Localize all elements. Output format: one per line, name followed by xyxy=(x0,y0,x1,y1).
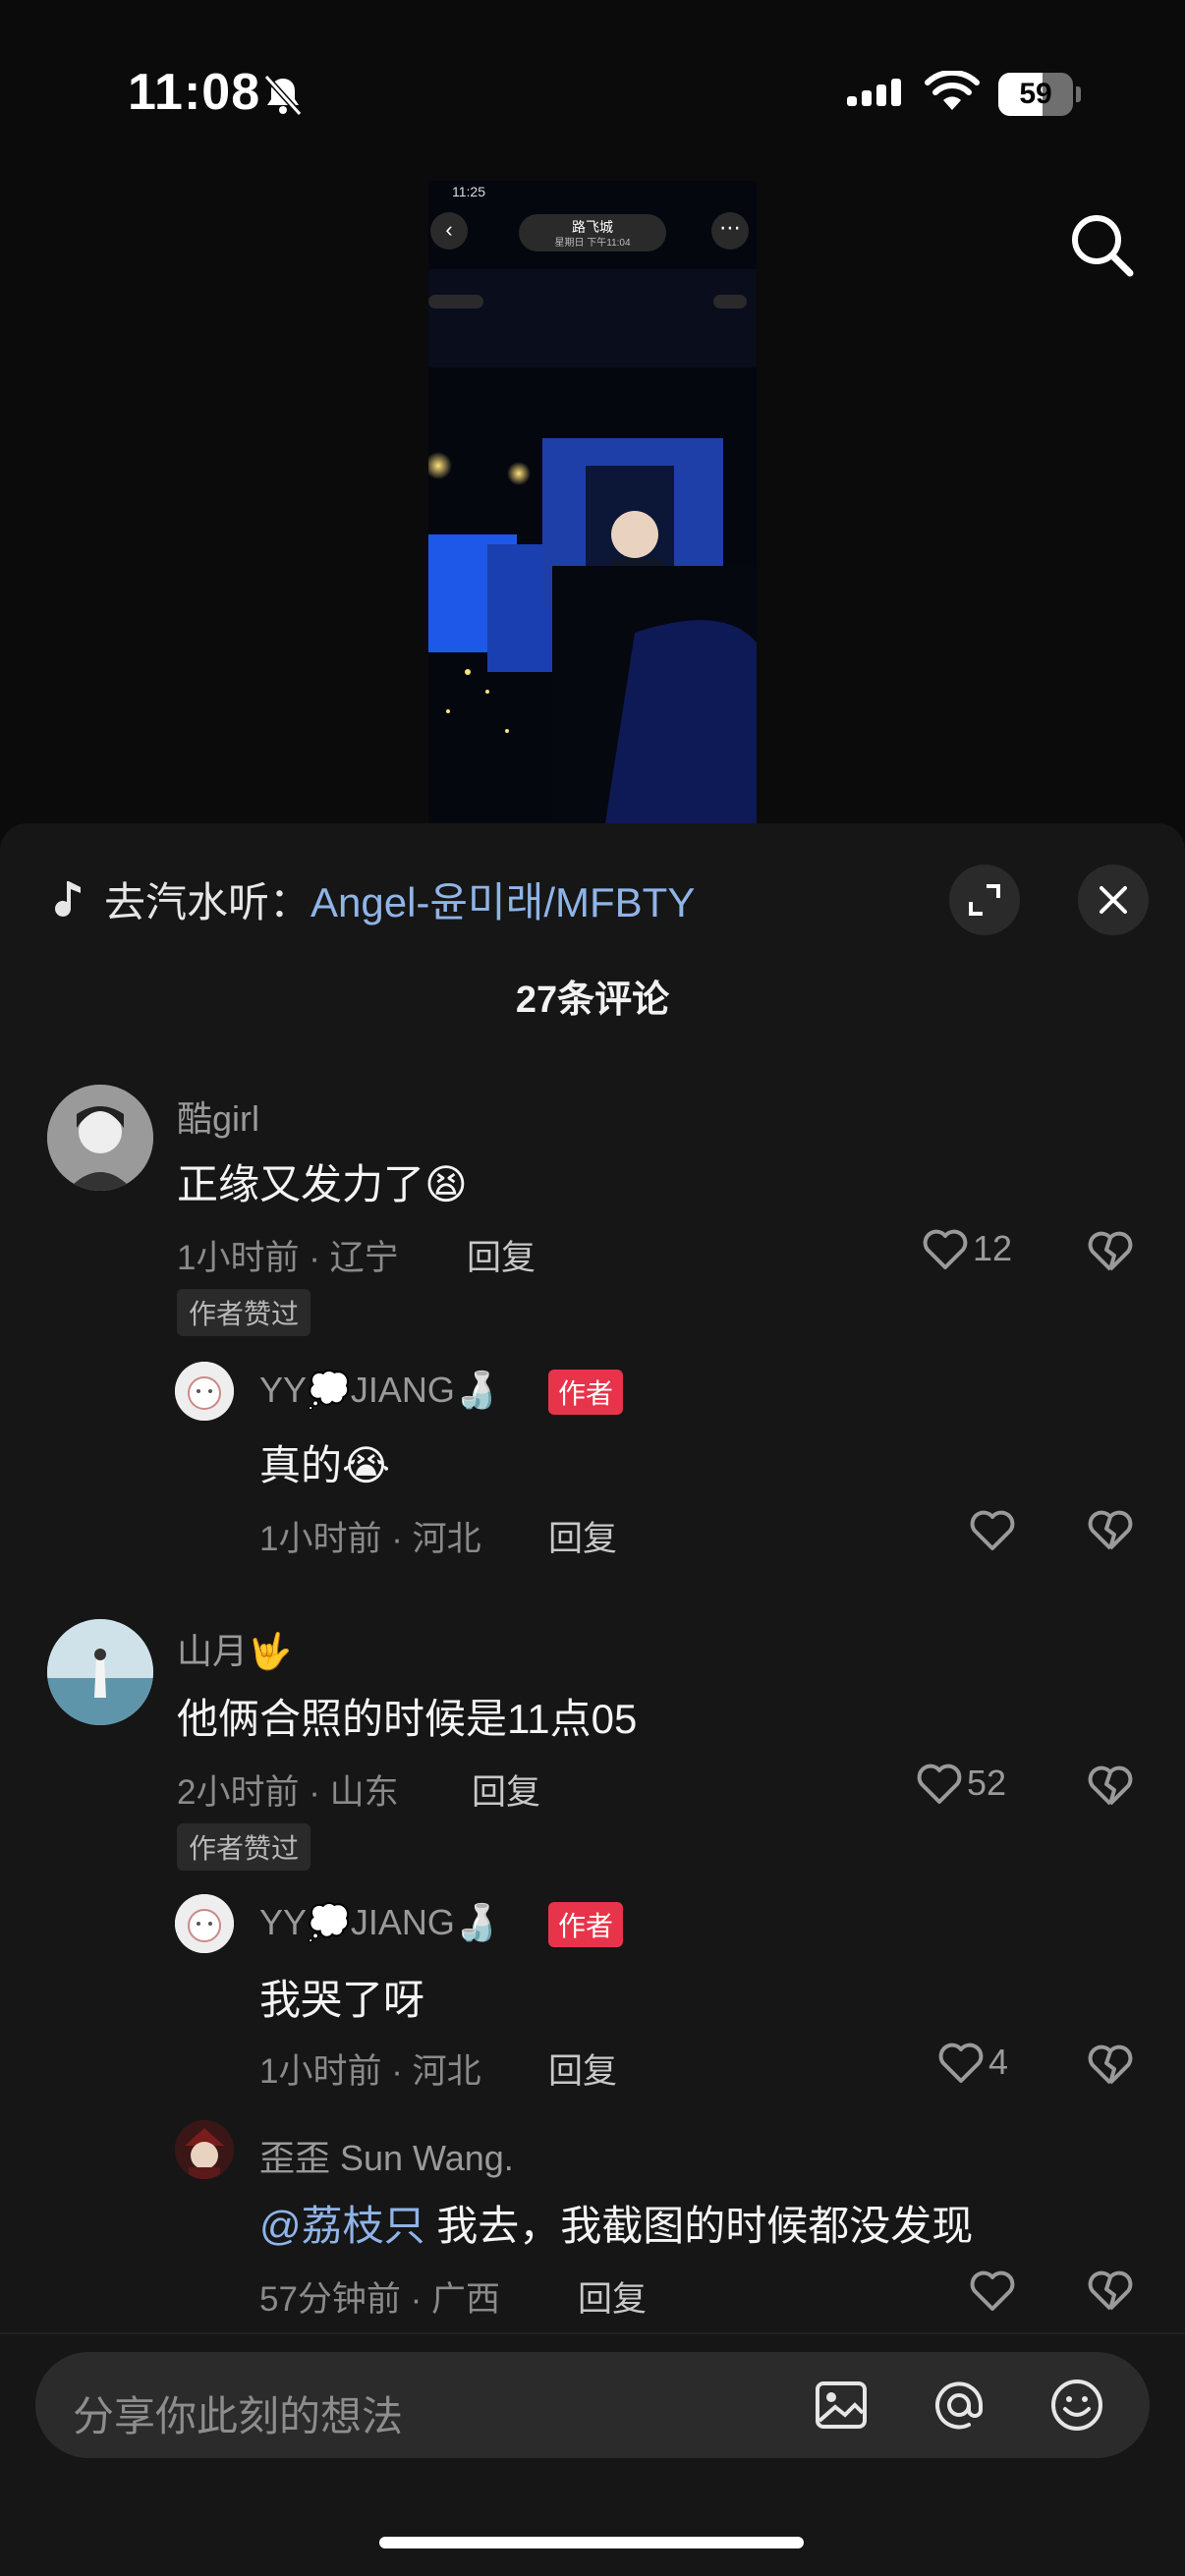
video-time: 11:25 xyxy=(452,184,485,199)
close-button[interactable] xyxy=(1078,865,1149,935)
status-time: 11:08 xyxy=(128,64,261,121)
avatar[interactable] xyxy=(175,1894,234,1953)
video-chat-title: 路飞城 星期日 下午11:04 xyxy=(519,214,666,252)
avatar[interactable] xyxy=(47,1085,153,1191)
wifi-icon xyxy=(925,71,980,110)
comment-text[interactable]: 他俩合照的时候是11点05 xyxy=(177,1686,637,1746)
heart-icon[interactable] xyxy=(969,1507,1016,1552)
close-icon xyxy=(1100,886,1127,914)
music-prefix: 去汽水听： xyxy=(104,878,311,925)
reply-text: 我去，我截图的时候都没发现 xyxy=(424,2203,974,2249)
video-more-button: ⋯ xyxy=(711,212,749,250)
like-count: 4 xyxy=(988,2042,1009,2082)
at-icon[interactable] xyxy=(930,2376,988,2435)
video-subtitle: 星期日 下午11:04 xyxy=(554,238,631,249)
avatar[interactable] xyxy=(175,1362,234,1421)
comment-input[interactable]: 分享你此刻的想法 xyxy=(35,2352,1150,2458)
like-count: 12 xyxy=(973,1228,1013,1268)
author-tag: 作者 xyxy=(548,1902,624,1947)
home-indicator[interactable] xyxy=(379,2537,804,2548)
video-status-bar: 11:25 xyxy=(428,181,757,200)
status-bar: 11:08 59 xyxy=(0,0,1185,196)
image-icon[interactable] xyxy=(812,2376,871,2435)
heart-broken-icon[interactable] xyxy=(1087,2042,1134,2087)
author-liked-badge: 作者赞过 xyxy=(177,1289,311,1336)
author-tag: 作者 xyxy=(548,1370,624,1415)
comment-username[interactable]: 酷girl xyxy=(177,1091,259,1142)
signal-icon xyxy=(847,79,901,106)
author-liked-badge: 作者赞过 xyxy=(177,1823,311,1871)
music-link[interactable]: 去汽水听： Angel-윤미래/MFBTY xyxy=(53,874,695,925)
like-button[interactable]: 4 xyxy=(937,2040,1008,2085)
music-song[interactable]: Angel-윤미래/MFBTY xyxy=(310,869,695,929)
heart-icon xyxy=(938,2043,984,2083)
comment-count: 27条评论 xyxy=(515,980,670,1021)
comment-meta: 2小时前 · 山东 xyxy=(177,1773,399,1812)
reply-username[interactable]: YY💭JIANG🍶 xyxy=(259,1370,499,1411)
heart-broken-icon[interactable] xyxy=(1087,1507,1134,1552)
battery-icon: 59 xyxy=(998,73,1081,116)
bell-slash-icon xyxy=(263,74,303,117)
reply-text-line[interactable]: @荔枝只 我去，我截图的时候都没发现 xyxy=(259,2193,973,2253)
heart-icon xyxy=(923,1229,968,1269)
reply-text[interactable]: 真的😭 xyxy=(259,1432,390,1492)
heart-icon[interactable] xyxy=(969,2268,1016,2313)
heart-broken-icon[interactable] xyxy=(1087,1763,1134,1808)
reply-button[interactable]: 回复 xyxy=(578,2271,647,2322)
like-count: 52 xyxy=(967,1763,1007,1803)
reply-meta: 57分钟前 · 广西 xyxy=(259,2280,501,2319)
reply-meta: 1小时前 · 河北 xyxy=(259,1520,481,1558)
like-button[interactable]: 52 xyxy=(916,1761,1006,1806)
reply-button[interactable]: 回复 xyxy=(548,1511,617,1561)
mention-link[interactable]: @荔枝只 xyxy=(259,2203,425,2249)
reply-meta: 1小时前 · 河北 xyxy=(259,2052,481,2091)
reply-username[interactable]: 歪歪 Sun Wang. xyxy=(259,2130,514,2181)
expand-button[interactable] xyxy=(949,865,1020,935)
comment-username[interactable]: 山月🤟 xyxy=(177,1623,292,1674)
comment-meta: 1小时前 · 辽宁 xyxy=(177,1239,399,1277)
video-preview[interactable]: 11:25 ‹ 路飞城 星期日 下午11:04 ⋯ xyxy=(428,181,757,823)
emoji-icon[interactable] xyxy=(1047,2376,1106,2435)
reply-text[interactable]: 我哭了呀 xyxy=(259,1967,424,2027)
music-note-icon xyxy=(55,881,81,917)
reply-button[interactable]: 回复 xyxy=(548,2044,617,2094)
search-icon[interactable] xyxy=(1067,210,1136,279)
heart-broken-icon[interactable] xyxy=(1087,1228,1134,1273)
reply-username[interactable]: YY💭JIANG🍶 xyxy=(259,1902,499,1943)
avatar[interactable] xyxy=(175,2120,234,2179)
video-back-button: ‹ xyxy=(430,212,468,250)
expand-icon xyxy=(969,884,1000,916)
divider xyxy=(0,2332,1185,2334)
reply-button[interactable]: 回复 xyxy=(467,1230,536,1280)
heart-icon xyxy=(917,1764,962,1804)
video-frame xyxy=(428,181,757,823)
heart-broken-icon[interactable] xyxy=(1087,2268,1134,2313)
comment-input-placeholder: 分享你此刻的想法 xyxy=(73,2393,404,2439)
comment-text[interactable]: 正缘又发力了😫 xyxy=(177,1151,468,1211)
avatar[interactable] xyxy=(47,1619,153,1725)
reply-button[interactable]: 回复 xyxy=(472,1764,540,1815)
battery-level: 59 xyxy=(1019,78,1052,110)
like-button[interactable]: 12 xyxy=(922,1226,1012,1271)
